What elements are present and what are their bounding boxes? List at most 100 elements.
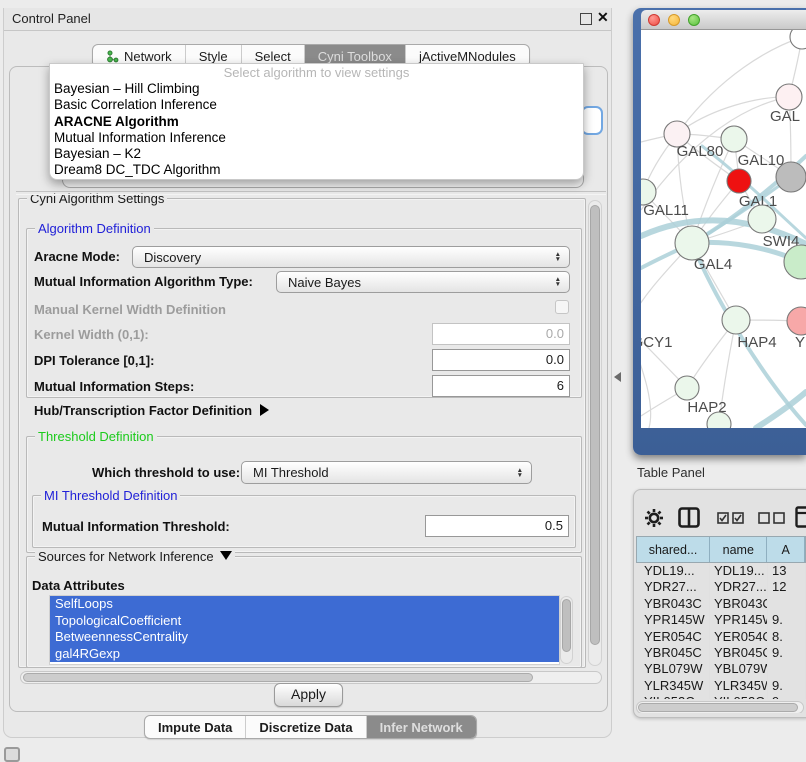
- collapsed-panel-icon[interactable]: [4, 747, 20, 762]
- manual-kernel-label: Manual Kernel Width Definition: [34, 302, 226, 317]
- table-row[interactable]: YBL079WYBL079W: [636, 661, 806, 677]
- table-cell: YIL052C: [710, 694, 768, 699]
- algorithm-option[interactable]: Bayesian – K2: [50, 146, 583, 162]
- manual-kernel-checkbox[interactable]: [555, 300, 569, 314]
- bottom-tab-impute-data[interactable]: Impute Data: [145, 716, 245, 738]
- table-row[interactable]: YBR045CYBR045C9.: [636, 645, 806, 661]
- split-pane-collapse-icon[interactable]: [614, 372, 621, 382]
- table-row[interactable]: YPR145WYPR145W9.: [636, 612, 806, 628]
- table-row[interactable]: YDL19...YDL19...13: [636, 563, 806, 579]
- data-attribute-item[interactable]: TopologicalCoefficient: [50, 613, 559, 630]
- algorithm-option[interactable]: ARACNE Algorithm: [50, 114, 583, 130]
- which-threshold-value: MI Threshold: [253, 465, 329, 480]
- table-cell: 8.: [768, 629, 806, 645]
- tab-label: Infer Network: [380, 720, 463, 735]
- sources-title-label: Sources for Network Inference: [38, 549, 214, 564]
- which-threshold-combo[interactable]: MI Threshold ▲▼: [241, 461, 532, 484]
- table-row[interactable]: YLR345WYLR345W9.: [636, 678, 806, 694]
- gear-icon[interactable]: [644, 508, 664, 528]
- table-row[interactable]: YIL052CYIL052C9.: [636, 694, 806, 699]
- threshold-definition-title: Threshold Definition: [35, 429, 157, 444]
- deselect-checkboxes-icon[interactable]: [758, 512, 785, 524]
- settings-scrollbar-thumb[interactable]: [590, 205, 600, 645]
- table-cell: YER054C: [636, 629, 710, 645]
- network-node[interactable]: [776, 162, 806, 192]
- settings-vertical-scrollbar[interactable]: [588, 200, 602, 666]
- select-all-checkboxes-icon[interactable]: [717, 512, 744, 524]
- network-window-titlebar[interactable]: [641, 10, 806, 30]
- attributes-scrollbar[interactable]: [560, 596, 573, 664]
- attributes-scrollbar-thumb[interactable]: [562, 599, 571, 652]
- aracne-mode-value: Discovery: [144, 250, 201, 265]
- table-cell: 9.: [768, 645, 806, 661]
- apply-button[interactable]: Apply: [274, 683, 343, 707]
- network-node-label: GAL80: [677, 143, 724, 160]
- network-node[interactable]: [784, 245, 806, 279]
- columns-icon[interactable]: [678, 507, 700, 528]
- mi-algorithm-type-label: Mutual Information Algorithm Type:: [34, 274, 253, 289]
- table-cell: 9.: [768, 612, 806, 628]
- tab-label: Discretize Data: [259, 720, 352, 735]
- network-node-gal4[interactable]: [675, 226, 709, 260]
- algorithm-option[interactable]: Dream8 DC_TDC Algorithm: [50, 162, 583, 178]
- window-close-icon[interactable]: [648, 14, 660, 26]
- column-header-shared[interactable]: shared...: [637, 537, 710, 562]
- network-node-gal[interactable]: [776, 84, 802, 110]
- network-node[interactable]: [790, 30, 806, 49]
- combo-stepper-icon: ▲▼: [555, 252, 569, 262]
- data-attribute-item[interactable]: SelfLoops: [50, 596, 559, 613]
- table-hscrollbar-thumb[interactable]: [638, 703, 798, 712]
- table-row[interactable]: YER054CYER054C8.: [636, 629, 806, 645]
- table-row[interactable]: YBR043CYBR043C: [636, 596, 806, 612]
- kernel-width-field[interactable]: 0.0: [432, 323, 570, 345]
- dpi-tolerance-field[interactable]: 0.0: [432, 349, 570, 371]
- network-node-label: Y: [795, 334, 805, 351]
- data-attribute-item[interactable]: gal4RGexp: [50, 646, 559, 663]
- table-cell: YBR045C: [710, 645, 768, 661]
- network-node-gal10[interactable]: [721, 126, 747, 152]
- control-panel-titlebar: Control Panel ✕: [4, 8, 611, 31]
- bottom-tab-discretize-data[interactable]: Discretize Data: [245, 716, 365, 738]
- network-view-window[interactable]: GALGAL80GAL10GAL1GAL11SWI4GAL4GCY1HAP4YH…: [633, 8, 806, 455]
- network-node-hap4[interactable]: [722, 306, 750, 334]
- algorithm-option[interactable]: Basic Correlation Inference: [50, 97, 583, 113]
- window-minimize-icon[interactable]: [668, 14, 680, 26]
- table-cell: YLR345W: [636, 678, 710, 694]
- window-zoom-icon[interactable]: [688, 14, 700, 26]
- table-cell: YBR043C: [710, 596, 768, 612]
- network-node-hap2[interactable]: [675, 376, 699, 400]
- table-cell: YBL079W: [636, 661, 710, 677]
- tab-label: Impute Data: [158, 720, 232, 735]
- network-graph: GALGAL80GAL10GAL1GAL11SWI4GAL4GCY1HAP4YH…: [641, 30, 806, 428]
- table-cell: [768, 596, 806, 612]
- tab-label: Cyni Toolbox: [318, 49, 392, 64]
- close-icon[interactable]: ✕: [597, 9, 609, 26]
- network-canvas[interactable]: GALGAL80GAL10GAL1GAL11SWI4GAL4GCY1HAP4YH…: [641, 30, 806, 428]
- bottom-tab-infer-network[interactable]: Infer Network: [366, 716, 476, 738]
- table-body: YDL19...YDL19...13YDR27...YDR27...12YBR0…: [636, 563, 806, 699]
- table-cell: YDL19...: [710, 563, 768, 579]
- settings-hscrollbar-thumb[interactable]: [23, 673, 533, 682]
- hub-definition-disclosure[interactable]: Hub/Transcription Factor Definition: [34, 403, 269, 418]
- mi-steps-label: Mutual Information Steps:: [34, 379, 194, 394]
- table-horizontal-scrollbar[interactable]: [636, 701, 804, 713]
- column-header-name[interactable]: name: [710, 537, 767, 562]
- table-row[interactable]: YDR27...YDR27...12: [636, 579, 806, 595]
- network-node-swi4[interactable]: [748, 205, 776, 233]
- aracne-mode-combo[interactable]: Discovery ▲▼: [132, 246, 570, 268]
- new-table-icon[interactable]: [795, 506, 806, 528]
- sources-group-title[interactable]: Sources for Network Inference: [35, 549, 235, 564]
- mi-algorithm-type-combo[interactable]: Naive Bayes ▲▼: [276, 271, 570, 293]
- which-threshold-label: Which threshold to use:: [92, 465, 240, 480]
- network-node-gal1[interactable]: [727, 169, 751, 193]
- table-cell: YIL052C: [636, 694, 710, 699]
- data-attribute-item[interactable]: BetweennessCentrality: [50, 629, 559, 646]
- mi-steps-field[interactable]: 6: [432, 375, 570, 397]
- column-header-A[interactable]: A: [767, 537, 805, 562]
- network-node-y[interactable]: [787, 307, 806, 335]
- table-cell: 12: [768, 579, 806, 595]
- algorithm-option[interactable]: Mutual Information Inference: [50, 130, 583, 146]
- mi-threshold-field[interactable]: 0.5: [425, 515, 569, 537]
- algorithm-option[interactable]: Bayesian – Hill Climbing: [50, 81, 583, 97]
- float-window-icon[interactable]: [580, 13, 592, 25]
